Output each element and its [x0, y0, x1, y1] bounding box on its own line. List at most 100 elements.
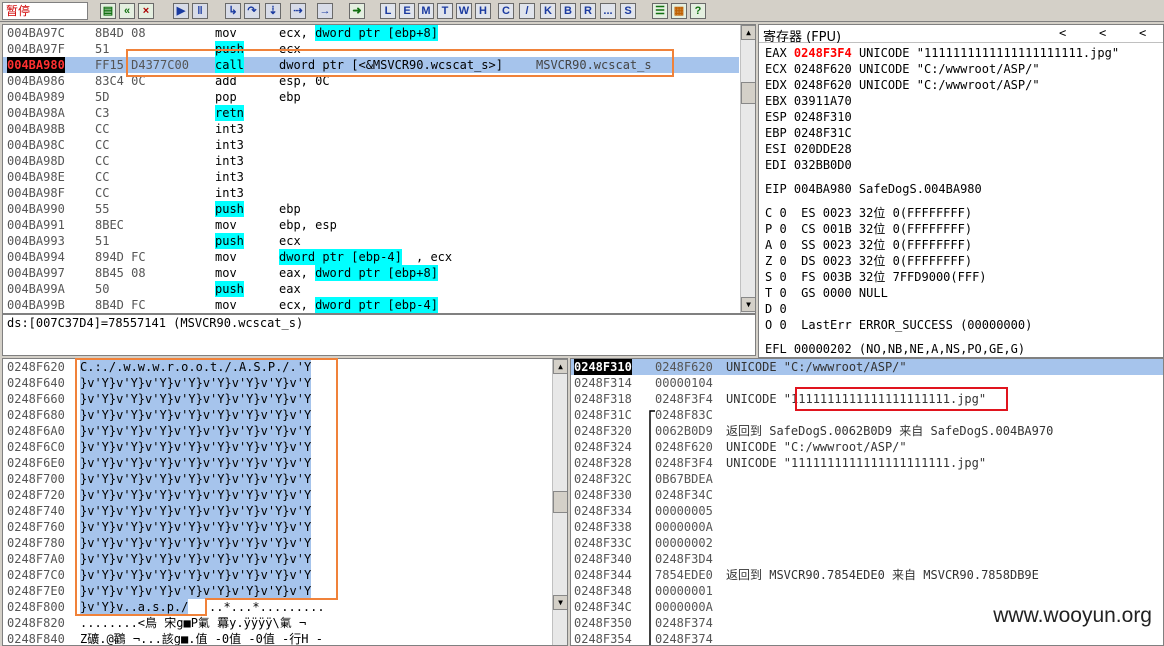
stack-row[interactable]: 0248F320 0062B0D9 返回到 SafeDogS.0062B0D9 来自…	[571, 423, 1163, 439]
scroll-thumb[interactable]	[553, 491, 567, 513]
toolbar-letter-b[interactable]: B	[560, 3, 576, 19]
pause-icon[interactable]: ‖	[192, 3, 208, 19]
flag-row[interactable]: A 0 SS 0023 32位 0(FFFFFFFF)	[765, 237, 972, 253]
toolbar-letter-k[interactable]: K	[540, 3, 556, 19]
toolbar-letter-l[interactable]: L	[380, 3, 396, 19]
help-icon[interactable]: ?	[690, 3, 706, 19]
disasm-row[interactable]: 004BA98A C3 retn	[3, 105, 739, 121]
scroll-down-icon[interactable]: ▼	[553, 595, 567, 610]
register-value[interactable]: 0248F620	[794, 78, 852, 92]
disasm-row[interactable]: 004BA99A 50 push eax	[3, 281, 739, 297]
stack-row[interactable]: 0248F310 0248F620 UNICODE "C:/wwwroot/ASP/…	[571, 359, 1163, 375]
register-value[interactable]: 03911A70	[794, 94, 852, 108]
disasm-operand: ecx,	[279, 26, 316, 40]
register-row[interactable]: EAX 0248F3F4 UNICODE "111111111111111111…	[765, 45, 1119, 61]
toolbar-letter-slash[interactable]: /	[519, 3, 535, 19]
flag-row[interactable]: O 0 LastErr ERROR_SUCCESS (00000000)	[765, 317, 1032, 333]
disasm-hex: 8B45 08	[95, 266, 146, 280]
disasm-row[interactable]: 004BA989 5D pop ebp	[3, 89, 739, 105]
register-value[interactable]: 0248F310	[794, 110, 852, 124]
stack-row[interactable]: 0248F330 0248F34C	[571, 487, 1163, 503]
toolbar-letter-h[interactable]: H	[475, 3, 491, 19]
disasm-row[interactable]: 004BA97C 8B4D 08 mov ecx, dword ptr [ebp+8]	[3, 25, 739, 41]
step-into-icon[interactable]: ↳	[225, 3, 241, 19]
scroll-down-icon[interactable]: ▼	[741, 297, 755, 312]
scroll-up-icon[interactable]: ▲	[741, 25, 755, 40]
disasm-row[interactable]: 004BA991 8BEC mov ebp, esp	[3, 217, 739, 233]
step-over-icon[interactable]: ↷	[244, 3, 260, 19]
open-icon[interactable]: ▤	[100, 3, 116, 19]
toolbar-letter-s[interactable]: S	[620, 3, 636, 19]
stack-row[interactable]: 0248F338 0000000A	[571, 519, 1163, 535]
disasm-row[interactable]: 004BA997 8B45 08 mov eax, dword ptr [ebp+8]	[3, 265, 739, 281]
close-icon[interactable]: ×	[138, 3, 154, 19]
register-row[interactable]: EBP 0248F31C	[765, 125, 859, 141]
reg-nav-back-3[interactable]: <	[1139, 26, 1146, 40]
registers-pane[interactable]: 寄存器 (FPU) < < < EAX 0248F3F4 UNICODE "11…	[758, 24, 1164, 358]
register-value[interactable]: 0248F31C	[794, 126, 852, 140]
dump-row[interactable]: 0248F840 Z礦.@鸐 ¬...該g■.值 -0值 -0值 -行H -	[3, 631, 551, 645]
toolbar-letter-dots[interactable]: ...	[600, 3, 616, 19]
stack-row[interactable]: 0248F354 0248F374	[571, 631, 1163, 645]
stack-row[interactable]: 0248F334 00000005	[571, 503, 1163, 519]
register-value[interactable]: 0248F3F4	[794, 46, 852, 60]
toolbar-letter-w[interactable]: W	[456, 3, 472, 19]
register-row[interactable]: ESI 020DDE28	[765, 141, 859, 157]
flag-row[interactable]: P 0 CS 001B 32位 0(FFFFFFFF)	[765, 221, 972, 237]
stack-row[interactable]: 0248F32C 0B67BDEA	[571, 471, 1163, 487]
disasm-address: 004BA99A	[7, 282, 65, 296]
register-value[interactable]: 032BB0D0	[794, 158, 852, 172]
toolbar-letter-c[interactable]: C	[498, 3, 514, 19]
disasm-address: 004BA990	[7, 202, 65, 216]
trace-into-icon[interactable]: ⇣	[265, 3, 281, 19]
stack-row[interactable]: 0248F344 7854EDE0 返回到 MSVCR90.7854EDE0 来自 …	[571, 567, 1163, 583]
stack-row[interactable]: 0248F348 00000001	[571, 583, 1163, 599]
disasm-row[interactable]: 004BA98B CC int3	[3, 121, 739, 137]
disasm-row[interactable]: 004BA993 51 push ecx	[3, 233, 739, 249]
register-row[interactable]: EDX 0248F620 UNICODE "C:/wwwroot/ASP/"	[765, 77, 1040, 93]
stack-row[interactable]: 0248F324 0248F620 UNICODE "C:/wwwroot/ASP/…	[571, 439, 1163, 455]
scroll-up-icon[interactable]: ▲	[553, 359, 567, 374]
flag-row[interactable]: D 0	[765, 301, 787, 317]
flag-row[interactable]: Z 0 DS 0023 32位 0(FFFFFFFF)	[765, 253, 972, 269]
disasm-row[interactable]: 004BA990 55 push ebp	[3, 201, 739, 217]
disasm-row[interactable]: 004BA98E CC int3	[3, 169, 739, 185]
dump-scrollbar[interactable]: ▲ ▼	[552, 359, 567, 645]
stack-row[interactable]: 0248F33C 00000002	[571, 535, 1163, 551]
flag-row[interactable]: C 0 ES 0023 32位 0(FFFFFFFF)	[765, 205, 972, 221]
disasm-row[interactable]: 004BA98C CC int3	[3, 137, 739, 153]
toolbar-letter-e[interactable]: E	[399, 3, 415, 19]
disasm-address: 004BA98C	[7, 138, 65, 152]
stack-row[interactable]: 0248F328 0248F3F4 UNICODE "111111111111111…	[571, 455, 1163, 471]
disasm-row[interactable]: 004BA98F CC int3	[3, 185, 739, 201]
register-row[interactable]: EBX 03911A70	[765, 93, 859, 109]
toolbar-letter-t[interactable]: T	[437, 3, 453, 19]
flag-row[interactable]: S 0 FS 003B 32位 7FFD9000(FFF)	[765, 269, 987, 285]
register-row[interactable]: ECX 0248F620 UNICODE "C:/wwwroot/ASP/"	[765, 61, 1040, 77]
disasm-row[interactable]: 004BA99B 8B4D FC mov ecx, dword ptr [ebp-4]	[3, 297, 739, 313]
register-row[interactable]: EDI 032BB0D0	[765, 157, 859, 173]
play-icon[interactable]: ▶	[173, 3, 189, 19]
goto-icon[interactable]: ➜	[349, 3, 365, 19]
register-value[interactable]: 020DDE28	[794, 142, 852, 156]
list-icon[interactable]: ☰	[652, 3, 668, 19]
reg-nav-back-1[interactable]: <	[1059, 26, 1066, 40]
grid-icon[interactable]: ▦	[671, 3, 687, 19]
toolbar-letter-m[interactable]: M	[418, 3, 434, 19]
toolbar-letter-r[interactable]: R	[580, 3, 596, 19]
register-row[interactable]: ESP 0248F310	[765, 109, 859, 125]
register-name: EDI	[765, 158, 787, 172]
register-value[interactable]: 0248F620	[794, 62, 852, 76]
stack-row[interactable]: 0248F340 0248F3D4	[571, 551, 1163, 567]
rewind-icon[interactable]: «	[119, 3, 135, 19]
reg-nav-back-2[interactable]: <	[1099, 26, 1106, 40]
scroll-thumb[interactable]	[741, 82, 755, 104]
disasm-operand: eax,	[279, 266, 316, 280]
disasm-row[interactable]: 004BA98D CC int3	[3, 153, 739, 169]
flag-row[interactable]: T 0 GS 0000 NULL	[765, 285, 888, 301]
execute-till-return-icon[interactable]: →	[317, 3, 333, 19]
disassembly-scrollbar[interactable]: ▲ ▼	[740, 25, 755, 313]
stack-value: 0248F620	[655, 360, 713, 374]
trace-over-icon[interactable]: ⇢	[290, 3, 306, 19]
disasm-row[interactable]: 004BA994 894D FC mov dword ptr [ebp-4] , ecx	[3, 249, 739, 265]
